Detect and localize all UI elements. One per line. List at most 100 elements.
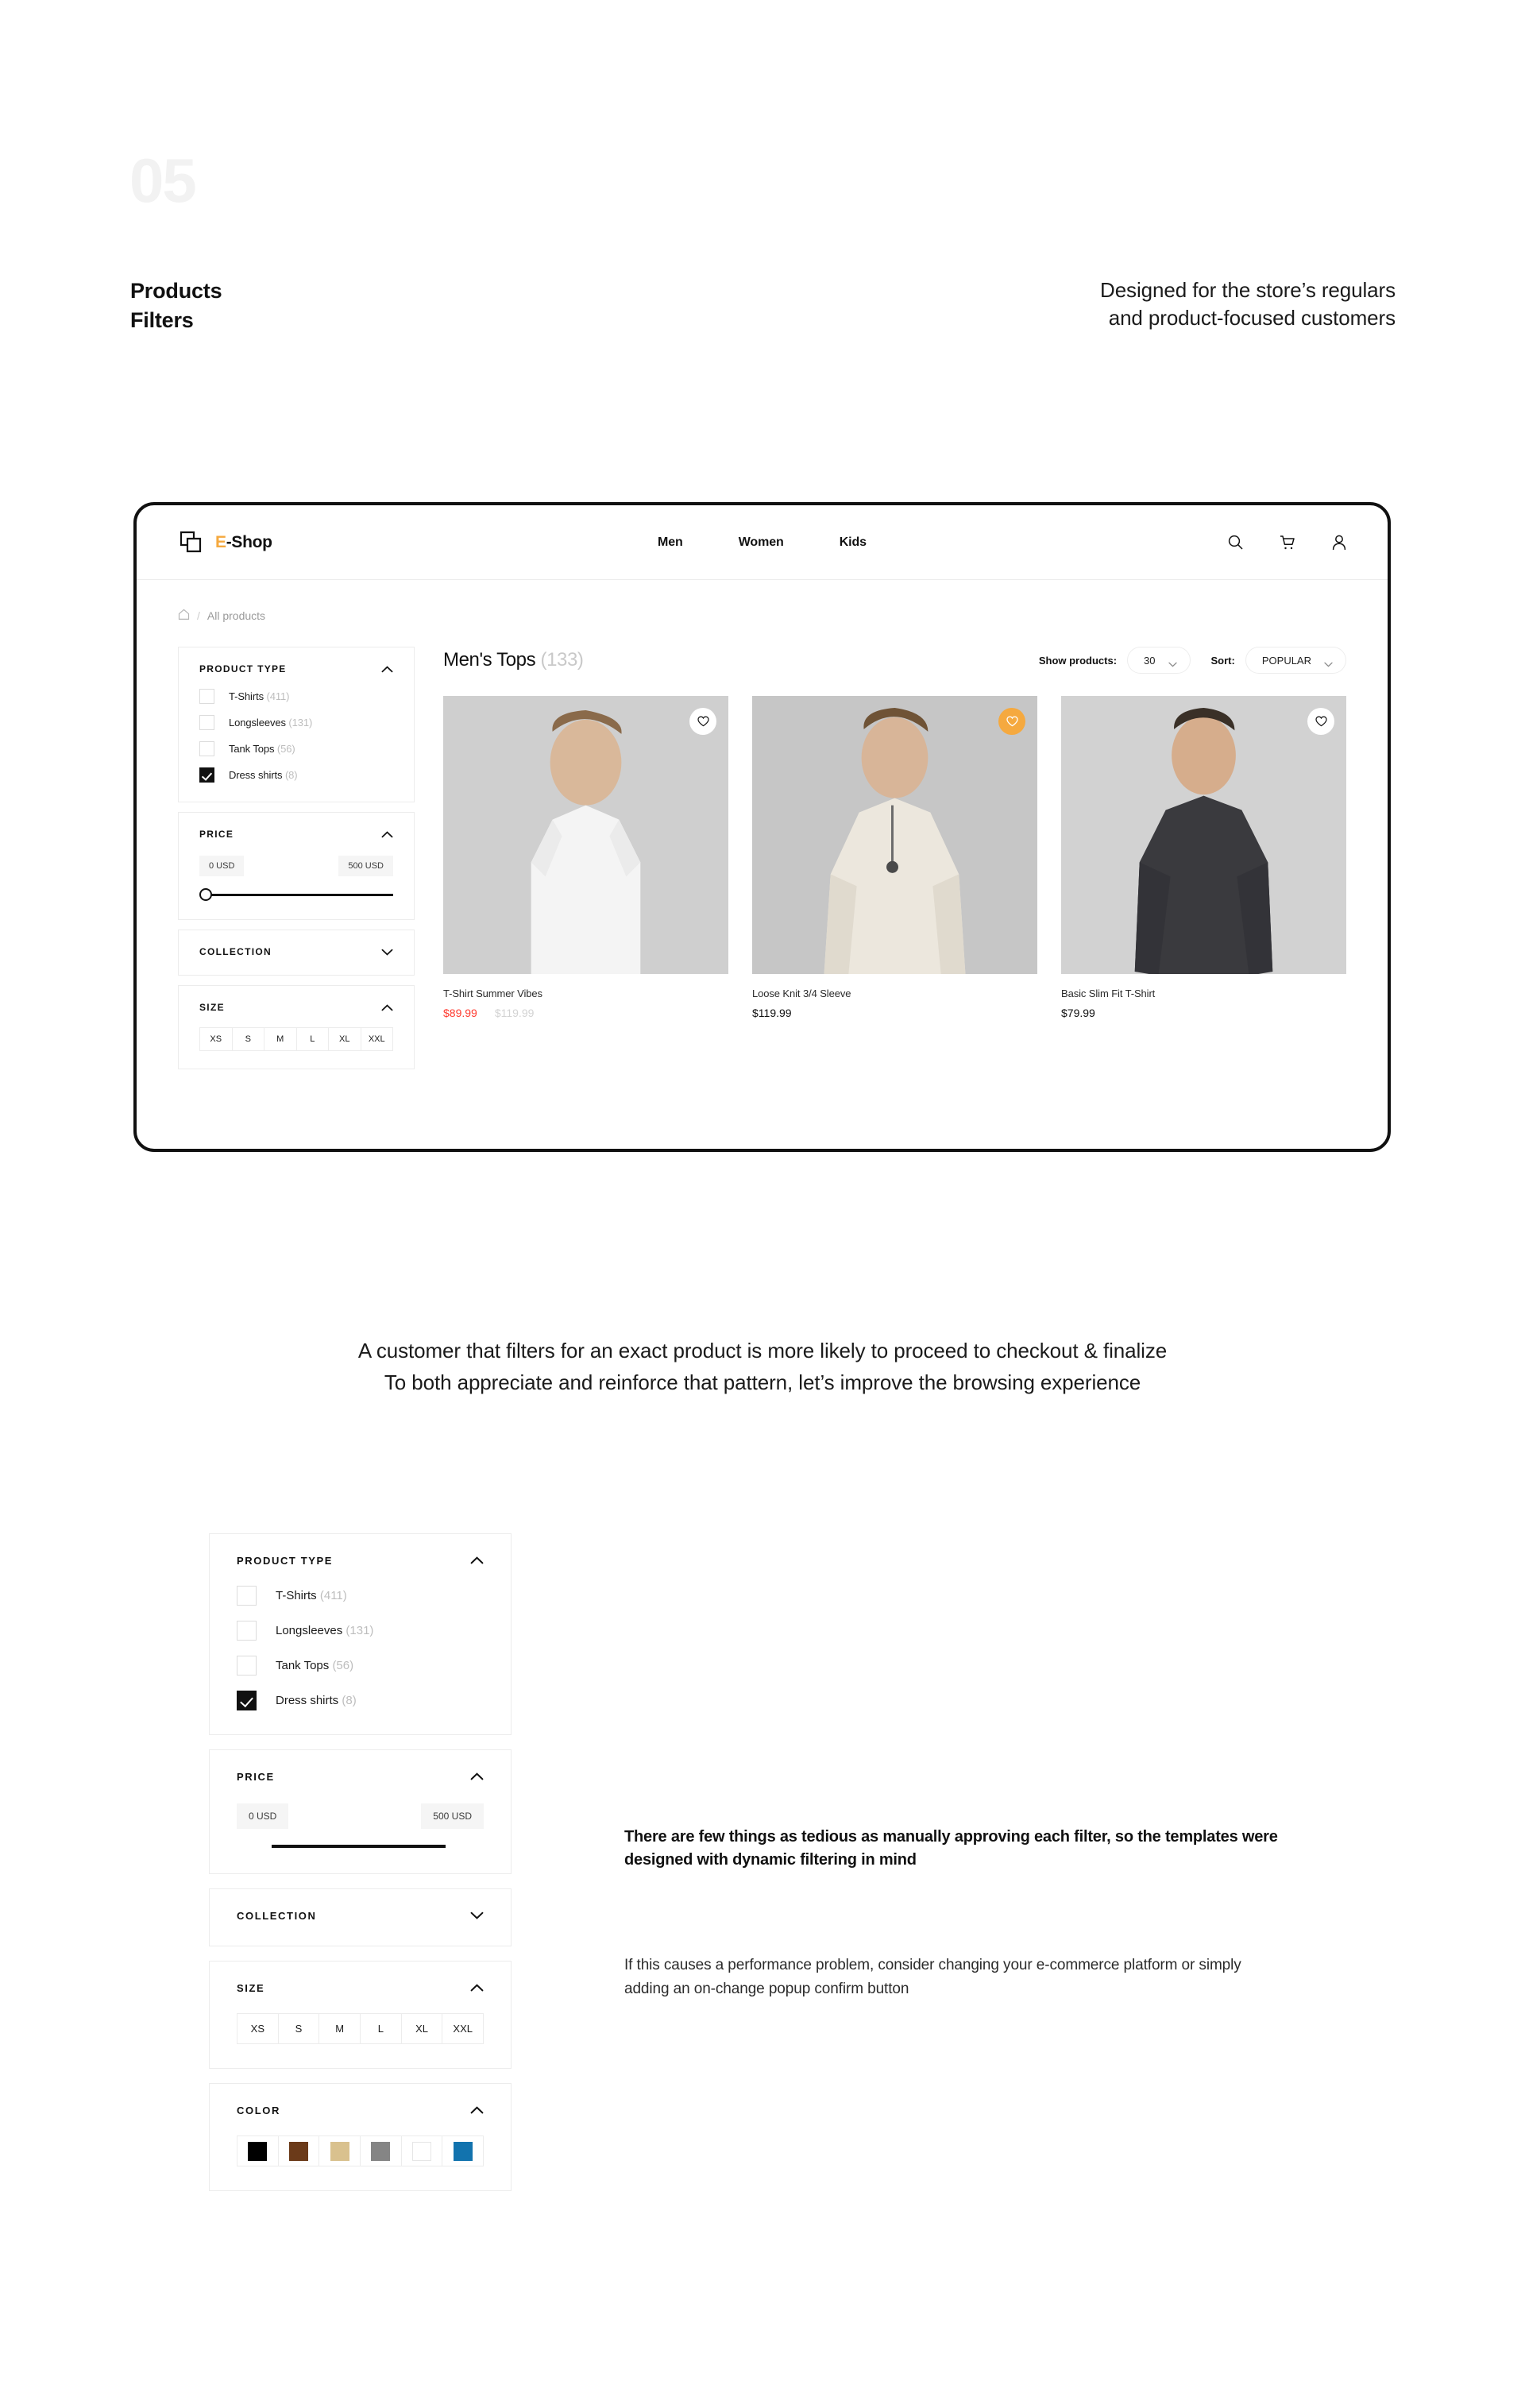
size-option-s[interactable]: S — [231, 1027, 264, 1051]
filter-panel-header[interactable]: PRODUCT TYPE — [199, 663, 393, 674]
color-option-black[interactable] — [237, 2136, 279, 2166]
price-min-value[interactable]: 0 USD — [237, 1803, 289, 1829]
chevron-down-icon[interactable] — [470, 1910, 484, 1922]
checkbox-longsleeves[interactable] — [237, 1621, 257, 1641]
chevron-up-icon[interactable] — [470, 1555, 484, 1567]
list-item[interactable]: Longsleeves (131) — [237, 1621, 484, 1641]
list-item[interactable]: T-Shirts (411) — [237, 1586, 484, 1606]
listing-title: Men's Tops (133) — [443, 649, 584, 671]
size-option-l[interactable]: L — [295, 1027, 329, 1051]
price-range-slider[interactable] — [199, 887, 393, 902]
price-min-value[interactable]: 0 USD — [199, 856, 245, 876]
size-option-m[interactable]: M — [319, 2013, 361, 2044]
filter-panel-header[interactable]: COLOR — [237, 2105, 484, 2116]
filter-panel-header[interactable]: PRODUCT TYPE — [237, 1555, 484, 1567]
product-image — [752, 696, 1037, 974]
checkbox-tank-tops[interactable] — [199, 741, 214, 756]
size-option-xl[interactable]: XL — [400, 2013, 443, 2044]
list-item[interactable]: Dress shirts (8) — [237, 1691, 484, 1710]
product-photo-1 — [443, 696, 728, 974]
product-card[interactable]: Basic Slim Fit T-Shirt $79.99 — [1061, 696, 1346, 1019]
product-grid: T-Shirt Summer Vibes $89.99 $119.99 Loos… — [443, 696, 1346, 1019]
nav-item-kids[interactable]: Kids — [840, 535, 867, 550]
option-count: (411) — [266, 690, 290, 702]
price-max-value[interactable]: 500 USD — [421, 1803, 484, 1829]
filter-panel-header[interactable]: SIZE — [237, 1982, 484, 1994]
checkbox-t-shirts[interactable] — [237, 1586, 257, 1606]
product-card[interactable]: Loose Knit 3/4 Sleeve $119.99 — [752, 696, 1037, 1019]
filter-panel-header[interactable]: COLLECTION — [199, 946, 393, 957]
filter-panel-header[interactable]: PRICE — [199, 829, 393, 840]
option-label: Longsleeves (131) — [276, 1624, 373, 1637]
price-max-value[interactable]: 500 USD — [338, 856, 393, 876]
chevron-up-icon[interactable] — [470, 1982, 484, 1994]
size-option-xl[interactable]: XL — [328, 1027, 361, 1051]
list-item[interactable]: Longsleeves (131) — [199, 715, 393, 730]
slider-handle[interactable] — [199, 888, 212, 901]
chevron-down-icon — [1168, 658, 1177, 667]
list-item[interactable]: Tank Tops (56) — [199, 741, 393, 756]
product-current-price: $119.99 — [752, 1007, 792, 1019]
color-option-tan[interactable] — [319, 2136, 361, 2166]
favorite-button[interactable] — [998, 708, 1025, 735]
listing-title-text: Men's Tops — [443, 649, 536, 671]
browser-mockup: E-Shop Men Women Kids / All products PRO… — [133, 502, 1391, 1152]
color-option-white[interactable] — [400, 2136, 443, 2166]
checkbox-dress-shirts[interactable] — [199, 767, 214, 783]
sort-select[interactable]: POPULAR — [1245, 647, 1346, 674]
site-header: E-Shop Men Women Kids — [137, 505, 1388, 580]
size-option-s[interactable]: S — [277, 2013, 320, 2044]
detail-filter-collection: COLLECTION — [209, 1888, 512, 1946]
size-option-xs[interactable]: XS — [199, 1027, 233, 1051]
favorite-button[interactable] — [1307, 708, 1334, 735]
header-actions — [1228, 535, 1346, 551]
show-products-label: Show products: — [1038, 654, 1118, 667]
section-number: 05 — [129, 145, 197, 215]
home-icon[interactable] — [178, 609, 190, 623]
size-option-xxl[interactable]: XXL — [442, 2013, 485, 2044]
catalog-page: / All products PRODUCT TYPE T-Shirts (41… — [137, 580, 1388, 1079]
list-item[interactable]: T-Shirts (411) — [199, 689, 393, 704]
color-option-brown[interactable] — [277, 2136, 320, 2166]
chevron-up-icon[interactable] — [470, 2105, 484, 2116]
price-range-slider[interactable] — [237, 1845, 484, 1849]
chevron-up-icon[interactable] — [470, 1771, 484, 1783]
filter-panel-header[interactable]: SIZE — [199, 1002, 393, 1013]
chevron-up-icon[interactable] — [381, 830, 393, 838]
checkbox-t-shirts[interactable] — [199, 689, 214, 704]
size-option-xxl[interactable]: XXL — [360, 1027, 393, 1051]
checkbox-longsleeves[interactable] — [199, 715, 214, 730]
chevron-up-icon[interactable] — [381, 665, 393, 673]
breadcrumb-current[interactable]: All products — [207, 609, 265, 622]
chevron-up-icon[interactable] — [381, 1003, 393, 1011]
listing-count: (133) — [540, 649, 584, 671]
favorite-button[interactable] — [689, 708, 716, 735]
brand-initial: E — [215, 532, 226, 551]
product-name: Loose Knit 3/4 Sleeve — [752, 988, 851, 999]
color-option-gray[interactable] — [360, 2136, 402, 2166]
nav-item-women[interactable]: Women — [739, 535, 784, 550]
cart-icon[interactable] — [1280, 535, 1295, 551]
account-icon[interactable] — [1332, 535, 1346, 551]
option-label: Tank Tops (56) — [276, 1659, 353, 1672]
show-products-select[interactable]: 30 — [1127, 647, 1191, 674]
filter-panel-header[interactable]: COLLECTION — [237, 1910, 484, 1922]
breadcrumb: / All products — [178, 609, 1346, 623]
list-item[interactable]: Dress shirts (8) — [199, 767, 393, 783]
size-option-m[interactable]: M — [264, 1027, 297, 1051]
brand-logo-group[interactable]: E-Shop — [178, 529, 272, 556]
chevron-down-icon[interactable] — [381, 949, 393, 956]
size-option-l[interactable]: L — [360, 2013, 402, 2044]
size-option-xs[interactable]: XS — [237, 2013, 279, 2044]
checkbox-tank-tops[interactable] — [237, 1656, 257, 1676]
search-icon[interactable] — [1228, 535, 1243, 550]
filter-panel-header[interactable]: PRICE — [237, 1771, 484, 1783]
color-option-blue[interactable] — [442, 2136, 485, 2166]
product-photo-3 — [1061, 696, 1346, 974]
list-item[interactable]: Tank Tops (56) — [237, 1656, 484, 1676]
nav-item-men[interactable]: Men — [658, 535, 683, 550]
product-card[interactable]: T-Shirt Summer Vibes $89.99 $119.99 — [443, 696, 728, 1019]
filter-title: PRICE — [199, 829, 234, 840]
checkbox-dress-shirts[interactable] — [237, 1691, 257, 1710]
listing-controls: Show products: 30 Sort: POPULAR — [1039, 647, 1346, 674]
